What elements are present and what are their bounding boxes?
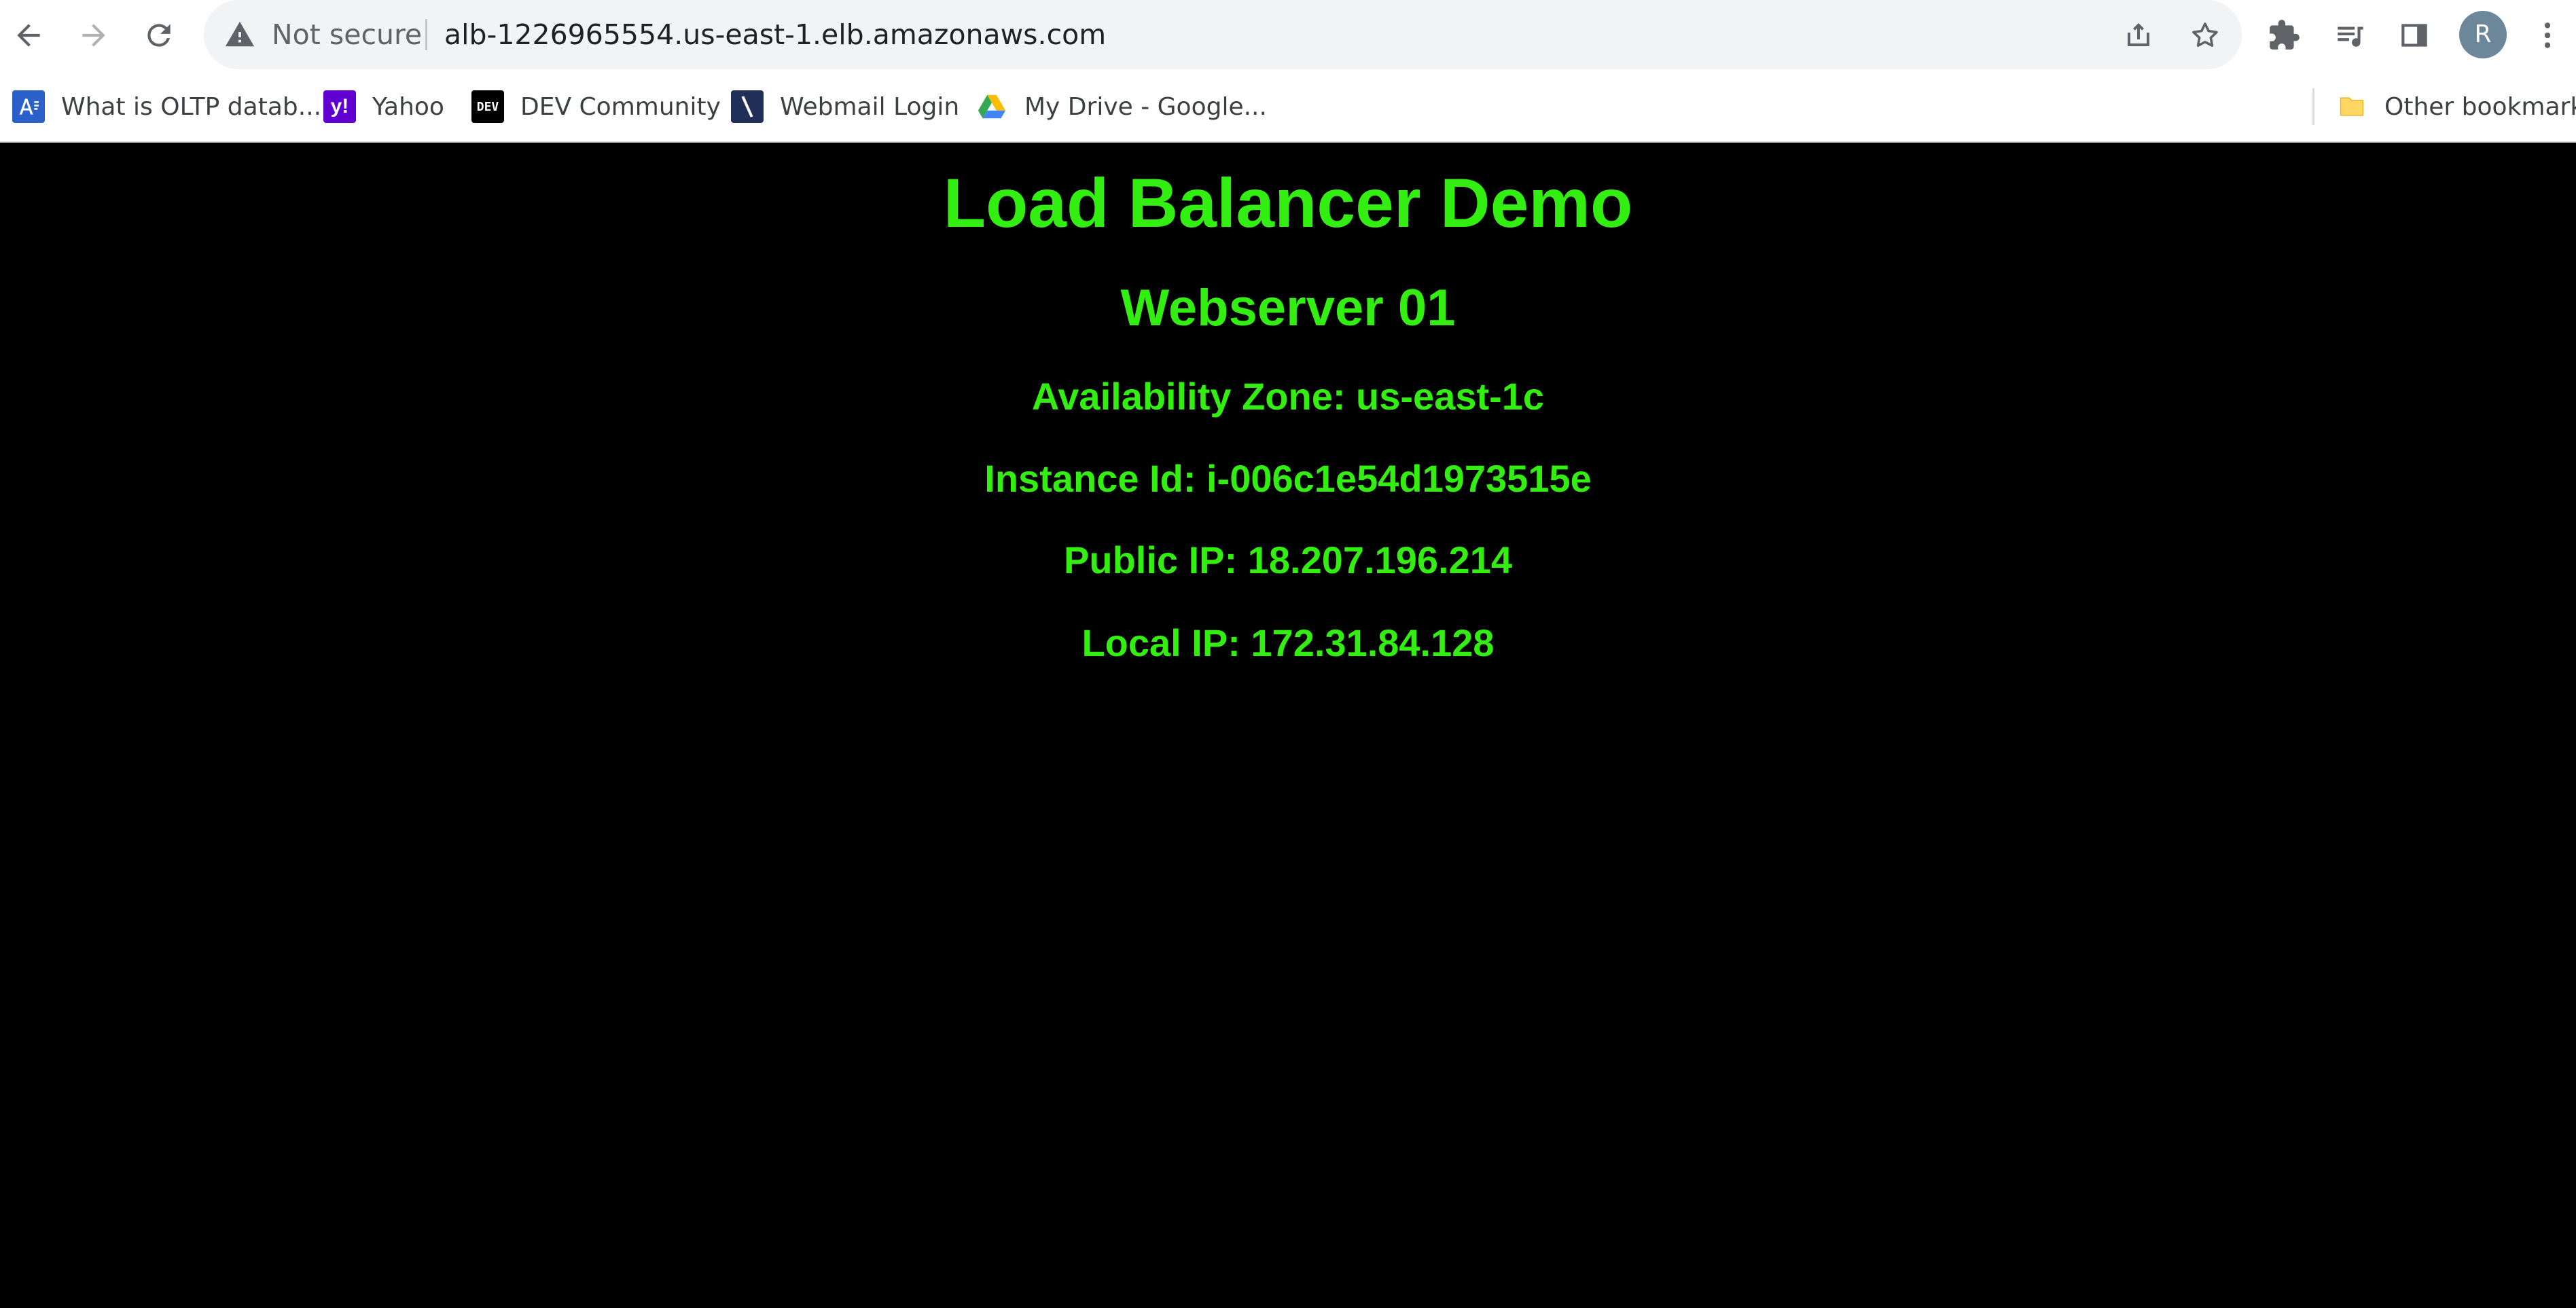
page-content: Load Balancer Demo Webserver 01 Availabi… (0, 144, 2576, 1308)
forward-icon (82, 24, 105, 47)
other-bookmarks[interactable]: Other bookmarks (2336, 71, 2576, 143)
bookmarks-divider (2312, 88, 2314, 125)
extensions-button[interactable] (2262, 14, 2306, 57)
browser-toolbar: Not secure alb-1226965554.us-east-1.elb.… (0, 0, 2576, 71)
instance-id: Instance Id: i-006c1e54d1973515e (984, 457, 1592, 500)
extensions-icon (2270, 20, 2300, 50)
warning-icon (225, 21, 255, 47)
webmail-favicon-icon (731, 90, 764, 123)
url-text[interactable]: alb-1226965554.us-east-1.elb.amazonaws.c… (444, 0, 1106, 69)
address-divider (425, 19, 427, 50)
a-favicon-icon (12, 90, 45, 123)
bookmark-label: What is OLTP datab... (61, 92, 322, 121)
reading-list-icon (2338, 26, 2363, 47)
share-button[interactable] (2119, 16, 2158, 54)
profile-avatar[interactable]: R (2459, 11, 2507, 58)
bookmark-webmail[interactable]: Webmail Login (731, 71, 959, 143)
bookmark-star-button[interactable] (2186, 16, 2224, 54)
bookmark-label: Webmail Login (780, 92, 960, 121)
back-button[interactable] (1, 8, 56, 62)
availability-zone: Availability Zone: us-east-1c (1031, 375, 1545, 418)
bookmarks-bar: What is OLTP datab... y! Yahoo DEV DEV C… (0, 71, 2576, 143)
browser-menu-button[interactable] (2526, 14, 2569, 57)
bookmark-label: DEV Community (520, 92, 721, 121)
address-bar[interactable]: Not secure alb-1226965554.us-east-1.elb.… (204, 0, 2242, 69)
menu-icon (2544, 22, 2551, 48)
reading-list-button[interactable] (2329, 14, 2372, 57)
star-icon (2192, 22, 2218, 47)
local-ip: Local IP: 172.31.84.128 (1081, 621, 1495, 664)
page-title: Load Balancer Demo (943, 164, 1633, 242)
reload-button[interactable] (132, 8, 186, 62)
forward-button[interactable] (67, 8, 121, 62)
folder-icon (2336, 90, 2368, 123)
bookmark-label: My Drive - Google... (1024, 92, 1267, 121)
side-panel-icon (2401, 24, 2427, 47)
bookmark-dev[interactable]: DEV DEV Community (471, 71, 721, 143)
public-ip: Public IP: 18.207.196.214 (1064, 539, 1512, 581)
server-name: Webserver 01 (1120, 279, 1456, 337)
security-label[interactable]: Not secure (272, 0, 422, 69)
side-panel-button[interactable] (2393, 14, 2436, 57)
bookmark-yahoo[interactable]: y! Yahoo (323, 71, 444, 143)
bookmark-drive[interactable]: My Drive - Google... (976, 71, 1267, 143)
share-icon (2128, 23, 2149, 46)
drive-favicon-icon (976, 90, 1008, 123)
dev-favicon-icon: DEV (471, 90, 504, 123)
reload-icon (147, 24, 171, 47)
yahoo-favicon-icon: y! (323, 90, 356, 123)
other-bookmarks-label: Other bookmarks (2384, 92, 2576, 121)
bookmark-label: Yahoo (372, 92, 444, 121)
bookmark-oltp[interactable]: What is OLTP datab... (12, 71, 321, 143)
back-icon (17, 24, 40, 47)
